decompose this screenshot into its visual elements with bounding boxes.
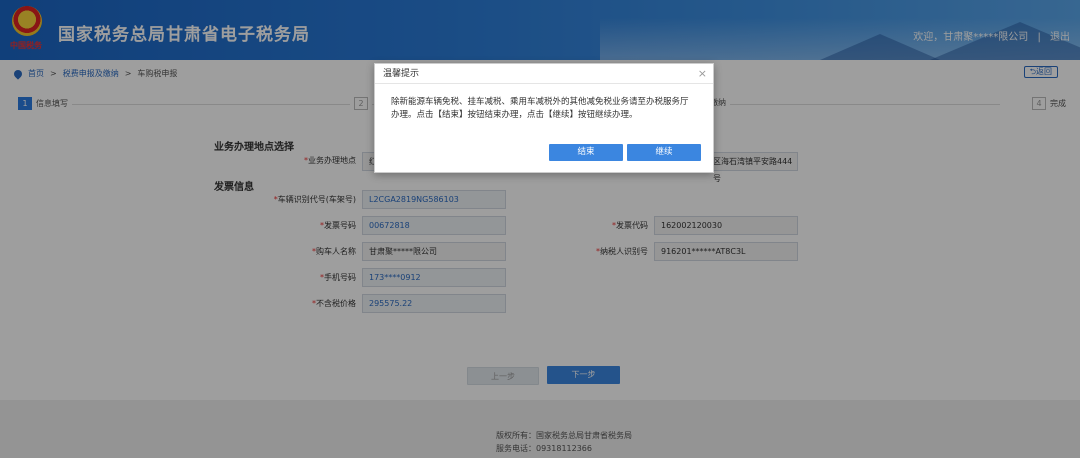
tip-dialog: 温馨提示 × 除新能源车辆免税、挂车减税、乘用车减税外的其他减免税业务请至办税服… — [374, 63, 714, 173]
dialog-message: 除新能源车辆免税、挂车减税、乘用车减税外的其他减免税业务请至办税服务厅办理。点击… — [391, 97, 689, 120]
continue-button[interactable]: 继续 — [627, 144, 701, 161]
close-icon[interactable]: × — [698, 67, 707, 80]
end-button[interactable]: 结束 — [549, 144, 623, 161]
dialog-title: 温馨提示 — [375, 64, 713, 84]
